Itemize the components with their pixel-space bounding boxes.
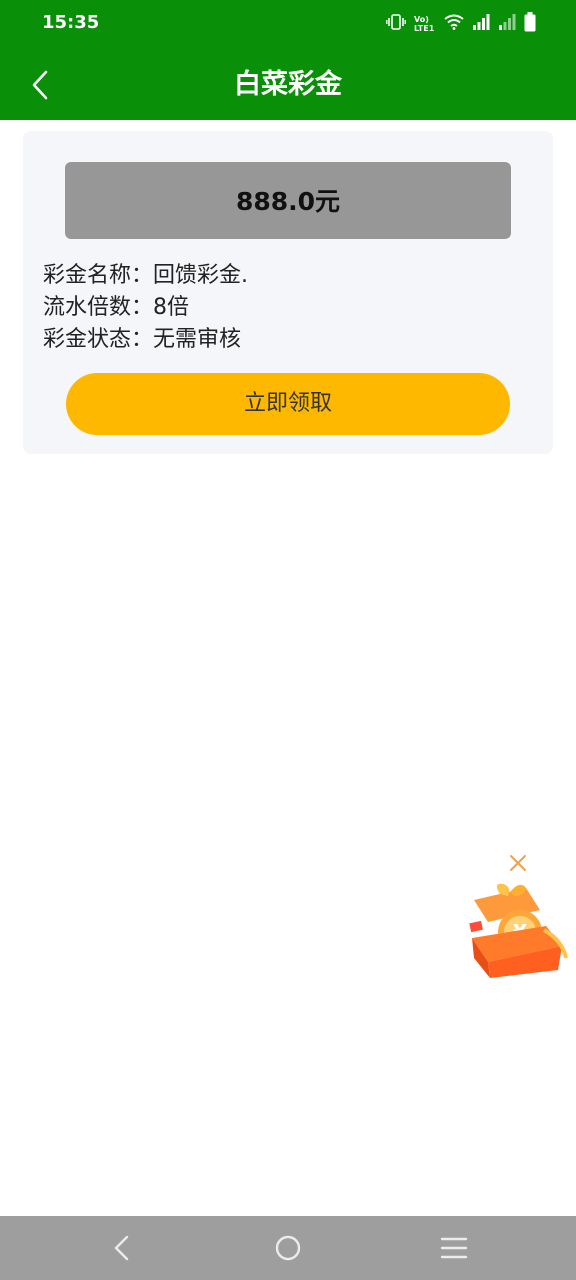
header-bar: 白菜彩金 <box>0 50 576 120</box>
system-home-button[interactable] <box>272 1232 304 1264</box>
gift-close-button[interactable] <box>506 851 530 875</box>
battery-icon <box>524 12 536 36</box>
page-title: 白菜彩金 <box>234 69 342 100</box>
system-back-button[interactable] <box>106 1232 138 1264</box>
home-icon <box>275 1235 301 1261</box>
gift-box-icon: ¥ <box>469 883 568 978</box>
vibrate-icon <box>386 14 406 34</box>
bonus-card: 888.0元 彩金名称：回馈彩金. 流水倍数：8倍 彩金状态：无需审核 立即领取 <box>23 131 553 454</box>
status-icons: Vo) LTE1 <box>386 12 536 36</box>
menu-icon <box>440 1237 468 1259</box>
back-icon <box>114 1235 129 1261</box>
claim-now-button[interactable]: 立即领取 <box>66 373 510 435</box>
system-nav-bar <box>0 1216 576 1280</box>
floating-gift-button[interactable]: ¥ <box>462 880 572 980</box>
bonus-name-line: 彩金名称：回馈彩金. <box>43 263 248 288</box>
status-time: 15:35 <box>42 12 100 33</box>
signal-weak-icon <box>498 14 516 34</box>
chevron-left-icon <box>32 70 48 100</box>
volte-icon: Vo) LTE1 <box>414 15 435 33</box>
turnover-multiplier-line: 流水倍数：8倍 <box>43 295 189 320</box>
bonus-amount: 888.0元 <box>65 162 511 239</box>
system-menu-button[interactable] <box>438 1232 470 1264</box>
status-bar: 15:35 Vo) LTE1 <box>0 0 576 50</box>
signal-icon <box>472 14 490 34</box>
close-icon <box>510 855 526 871</box>
wifi-icon <box>444 14 464 34</box>
back-button[interactable] <box>24 65 64 105</box>
bonus-status-line: 彩金状态：无需审核 <box>43 327 242 352</box>
